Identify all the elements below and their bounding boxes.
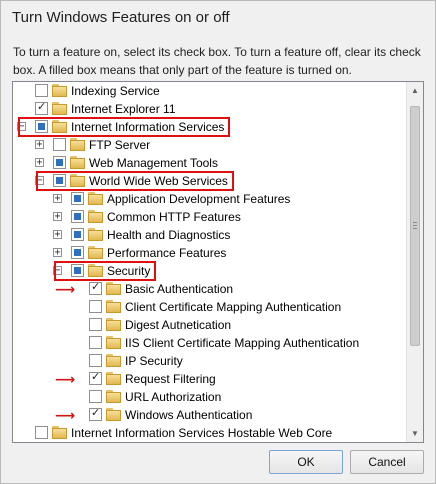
tree-item[interactable]: Client Certificate Mapping Authenticatio… (13, 298, 409, 316)
scrollbar-thumb[interactable] (410, 106, 420, 346)
tree-item[interactable]: Indexing Service (13, 82, 409, 100)
feature-checkbox[interactable] (89, 354, 102, 367)
highlight-box (54, 261, 156, 281)
expand-icon[interactable]: + (53, 230, 62, 240)
folder-icon (88, 192, 103, 205)
folder-icon (52, 102, 67, 115)
folder-icon (70, 138, 85, 151)
dialog-instructions: To turn a feature on, select its check b… (13, 45, 421, 77)
tree-item-label: Web Management Tools (89, 156, 218, 170)
feature-checkbox[interactable] (53, 156, 66, 169)
highlight-box (36, 171, 234, 191)
tree-item-label: Health and Diagnostics (107, 228, 231, 242)
feature-checkbox[interactable] (53, 138, 66, 151)
feature-checkbox[interactable] (89, 300, 102, 313)
checkmark-icon: ✓ (91, 281, 101, 293)
folder-icon (106, 300, 121, 313)
feature-checkbox[interactable] (35, 84, 48, 97)
checkmark-icon: ✓ (91, 371, 101, 383)
tree-item[interactable]: ⟶ ✓ Windows Authentication (13, 406, 409, 424)
grip-line (413, 228, 417, 229)
tree-item[interactable]: IP Security (13, 352, 409, 370)
tree-item-label: Application Development Features (107, 192, 291, 206)
expand-icon[interactable]: + (53, 194, 62, 204)
folder-icon (106, 408, 121, 421)
tree-item-label: Request Filtering (125, 372, 216, 386)
red-arrow-icon: ⟶ (55, 281, 76, 297)
red-arrow-icon: ⟶ (55, 371, 76, 387)
tree-item[interactable]: ✓ Internet Explorer 11 (13, 100, 409, 118)
cancel-button[interactable]: Cancel (350, 450, 424, 474)
feature-checkbox[interactable] (89, 390, 102, 403)
feature-checkbox[interactable] (71, 192, 84, 205)
tree-item-label: Client Certificate Mapping Authenticatio… (125, 300, 342, 314)
tree-item[interactable]: ⟶ ✓ Request Filtering (13, 370, 409, 388)
checkmark-icon: ✓ (37, 101, 47, 113)
tree-item-label: Performance Features (107, 246, 227, 260)
feature-checkbox[interactable] (71, 228, 84, 241)
tree-item-label: Internet Explorer 11 (71, 102, 176, 116)
folder-icon (106, 390, 121, 403)
tree-item-label: Indexing Service (71, 84, 160, 98)
feature-checkbox[interactable]: ✓ (89, 371, 102, 385)
feature-checkbox[interactable] (71, 246, 84, 259)
checkmark-icon: ✓ (91, 407, 101, 419)
tree-item[interactable]: + Performance Features (13, 244, 409, 262)
expand-icon[interactable]: + (53, 248, 62, 258)
vertical-scrollbar[interactable]: ▲ ▼ (406, 82, 423, 442)
tree-item-label: Basic Authentication (125, 282, 234, 296)
feature-checkbox[interactable] (89, 318, 102, 331)
tree-item[interactable]: + Web Management Tools (13, 154, 409, 172)
folder-icon (106, 282, 121, 295)
tree-item[interactable]: + Common HTTP Features (13, 208, 409, 226)
expand-icon[interactable]: + (35, 140, 44, 150)
tree-item[interactable]: URL Authorization (13, 388, 409, 406)
tree-item-label: URL Authorization (125, 390, 222, 404)
feature-checkbox[interactable] (71, 210, 84, 223)
feature-checkbox[interactable]: ✓ (89, 407, 102, 421)
grip-line (413, 222, 417, 223)
folder-icon (106, 372, 121, 385)
tree-item-label: Internet Information Services Hostable W… (71, 426, 333, 440)
tree-item-label: FTP Server (89, 138, 151, 152)
folder-icon (106, 336, 121, 349)
tree-item[interactable]: + Health and Diagnostics (13, 226, 409, 244)
grip-line (413, 225, 417, 226)
folder-icon (88, 210, 103, 223)
tree-item[interactable]: IIS Client Certificate Mapping Authentic… (13, 334, 409, 352)
folder-icon (88, 228, 103, 241)
highlight-box (18, 117, 230, 137)
folder-icon (88, 246, 103, 259)
feature-checkbox[interactable] (89, 336, 102, 349)
scroll-up-icon[interactable]: ▲ (407, 82, 423, 99)
tree-item[interactable]: Digest Autnetication (13, 316, 409, 334)
tree-item-label: IIS Client Certificate Mapping Authentic… (125, 336, 360, 350)
tree-item-label: Common HTTP Features (107, 210, 241, 224)
dialog-title: Turn Windows Features on or off (12, 9, 230, 26)
tree-item-label: Windows Authentication (125, 408, 253, 422)
scroll-down-icon[interactable]: ▼ (407, 425, 423, 442)
tree-item[interactable]: Internet Information Services Hostable W… (13, 424, 409, 442)
red-arrow-icon: ⟶ (55, 407, 76, 423)
windows-features-dialog: Turn Windows Features on or off To turn … (0, 0, 436, 484)
tree-item[interactable]: + Application Development Features (13, 190, 409, 208)
folder-icon (52, 426, 67, 439)
expand-icon[interactable]: + (35, 158, 44, 168)
folder-icon (106, 354, 121, 367)
folder-icon (106, 318, 121, 331)
tree-item-label: IP Security (125, 354, 183, 368)
tree-item-label: Digest Autnetication (125, 318, 232, 332)
feature-checkbox[interactable]: ✓ (89, 281, 102, 295)
features-tree[interactable]: Indexing Service ✓ Internet Explorer 11− In… (12, 81, 424, 443)
tree-item[interactable]: + FTP Server (13, 136, 409, 154)
folder-icon (52, 84, 67, 97)
ok-button[interactable]: OK (269, 450, 343, 474)
tree-item[interactable]: ⟶ ✓ Basic Authentication (13, 280, 409, 298)
feature-checkbox[interactable] (35, 426, 48, 439)
feature-checkbox[interactable]: ✓ (35, 101, 48, 115)
expand-icon[interactable]: + (53, 212, 62, 222)
folder-icon (70, 156, 85, 169)
